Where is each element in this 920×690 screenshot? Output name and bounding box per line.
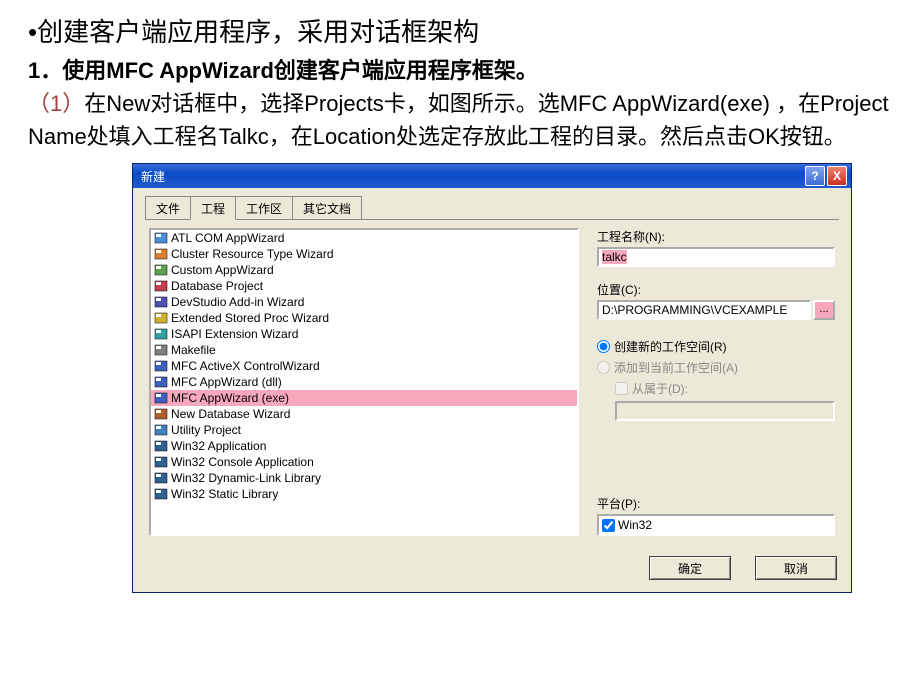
list-item-label: New Database Wizard (171, 407, 290, 421)
wizard-icon (153, 422, 169, 438)
wizard-icon (153, 374, 169, 390)
list-item-label: Win32 Dynamic-Link Library (171, 471, 321, 485)
tab-projects[interactable]: 工程 (190, 196, 236, 220)
list-item[interactable]: MFC AppWizard (exe) (151, 390, 577, 406)
wizard-icon (153, 278, 169, 294)
list-item-label: ATL COM AppWizard (171, 231, 284, 245)
list-item[interactable]: Makefile (151, 342, 577, 358)
platform-check[interactable] (602, 519, 615, 532)
tab-other[interactable]: 其它文档 (292, 196, 362, 219)
tab-strip: 文件 工程 工作区 其它文档 (145, 196, 839, 220)
wizard-icon (153, 310, 169, 326)
location-label: 位置(C): (597, 281, 835, 298)
wizard-icon (153, 246, 169, 262)
list-item[interactable]: Win32 Application (151, 438, 577, 454)
list-item-label: MFC ActiveX ControlWizard (171, 359, 320, 373)
list-item-label: Custom AppWizard (171, 263, 274, 277)
list-item[interactable]: Win32 Dynamic-Link Library (151, 470, 577, 486)
depend-combo (615, 401, 835, 421)
tab-files[interactable]: 文件 (145, 196, 191, 219)
list-item-label: Win32 Static Library (171, 487, 278, 501)
radio-add-label: 添加到当前工作空间(A) (614, 359, 738, 376)
wizard-icon (153, 438, 169, 454)
list-item[interactable]: Database Project (151, 278, 577, 294)
platform-value: Win32 (618, 518, 652, 532)
wizard-icon (153, 358, 169, 374)
list-item-label: ISAPI Extension Wizard (171, 327, 298, 341)
list-item-label: Database Project (171, 279, 263, 293)
new-dialog: 新建 ? X 文件 工程 工作区 其它文档 ATL COM AppWizard C… (132, 163, 852, 593)
step1-label: 1．使用 (28, 58, 106, 83)
dialog-title: 新建 (141, 168, 803, 185)
list-item[interactable]: Win32 Console Application (151, 454, 577, 470)
wizard-icon (153, 262, 169, 278)
list-item-label: Makefile (171, 343, 216, 357)
browse-button[interactable]: ... (813, 300, 835, 320)
titlebar[interactable]: 新建 ? X (133, 164, 851, 188)
project-name-value: talkc (602, 250, 627, 264)
list-item-label: Extended Stored Proc Wizard (171, 311, 329, 325)
step1-tail: 创建客户端应用程序框架。 (274, 58, 538, 83)
list-item[interactable]: MFC ActiveX ControlWizard (151, 358, 577, 374)
desc-index: （1） (28, 91, 84, 116)
list-item-label: MFC AppWizard (exe) (171, 391, 289, 405)
close-button[interactable]: X (827, 166, 847, 186)
wizard-icon (153, 230, 169, 246)
bullet-heading: •创建客户端应用程序，采用对话框架构 (28, 12, 892, 49)
wizard-icon (153, 486, 169, 502)
wizard-icon (153, 294, 169, 310)
project-name-label: 工程名称(N): (597, 228, 835, 245)
wizard-icon (153, 326, 169, 342)
list-item[interactable]: Win32 Static Library (151, 486, 577, 502)
tab-workspaces[interactable]: 工作区 (235, 196, 293, 219)
wizard-icon (153, 406, 169, 422)
list-item[interactable]: Custom AppWizard (151, 262, 577, 278)
radio-add-workspace: 添加到当前工作空间(A) (597, 359, 835, 376)
list-item-label: Win32 Console Application (171, 455, 314, 469)
step-heading: 1．使用MFC AppWizard创建客户端应用程序框架。 (28, 53, 892, 85)
list-item[interactable]: DevStudio Add-in Wizard (151, 294, 577, 310)
radio-new-workspace-input[interactable] (597, 340, 610, 353)
step1-description: （1）在New对话框中，选择Projects卡，如图所示。选MFC AppWiz… (28, 87, 892, 153)
depend-check: 从属于(D): (615, 380, 835, 397)
list-item[interactable]: New Database Wizard (151, 406, 577, 422)
project-type-list[interactable]: ATL COM AppWizard Cluster Resource Type W… (149, 228, 579, 536)
depend-check-input (615, 382, 628, 395)
location-input[interactable]: D:\PROGRAMMING\VCEXAMPLE (597, 300, 811, 320)
wizard-icon (153, 390, 169, 406)
list-item-label: Cluster Resource Type Wizard (171, 247, 334, 261)
step1-bold: MFC AppWizard (106, 58, 274, 83)
platform-list[interactable]: Win32 (597, 514, 835, 536)
wizard-icon (153, 470, 169, 486)
list-item-label: MFC AppWizard (dll) (171, 375, 282, 389)
cancel-button[interactable]: 取消 (755, 556, 837, 580)
wizard-icon (153, 454, 169, 470)
desc-text: 在New对话框中，选择Projects卡，如图所示。选MFC AppWizard… (28, 91, 889, 149)
list-item[interactable]: ISAPI Extension Wizard (151, 326, 577, 342)
list-item[interactable]: Cluster Resource Type Wizard (151, 246, 577, 262)
radio-new-label: 创建新的工作空间(R) (614, 338, 727, 355)
list-item-label: DevStudio Add-in Wizard (171, 295, 304, 309)
ok-button[interactable]: 确定 (649, 556, 731, 580)
wizard-icon (153, 342, 169, 358)
list-item[interactable]: Utility Project (151, 422, 577, 438)
depend-label: 从属于(D): (632, 380, 688, 397)
list-item[interactable]: MFC AppWizard (dll) (151, 374, 577, 390)
list-item[interactable]: ATL COM AppWizard (151, 230, 577, 246)
list-item-label: Win32 Application (171, 439, 266, 453)
radio-add-workspace-input (597, 361, 610, 374)
list-item-label: Utility Project (171, 423, 241, 437)
platform-label: 平台(P): (597, 495, 835, 512)
list-item[interactable]: Extended Stored Proc Wizard (151, 310, 577, 326)
help-button[interactable]: ? (805, 166, 825, 186)
project-name-input[interactable]: talkc (597, 247, 835, 267)
radio-new-workspace[interactable]: 创建新的工作空间(R) (597, 338, 835, 355)
